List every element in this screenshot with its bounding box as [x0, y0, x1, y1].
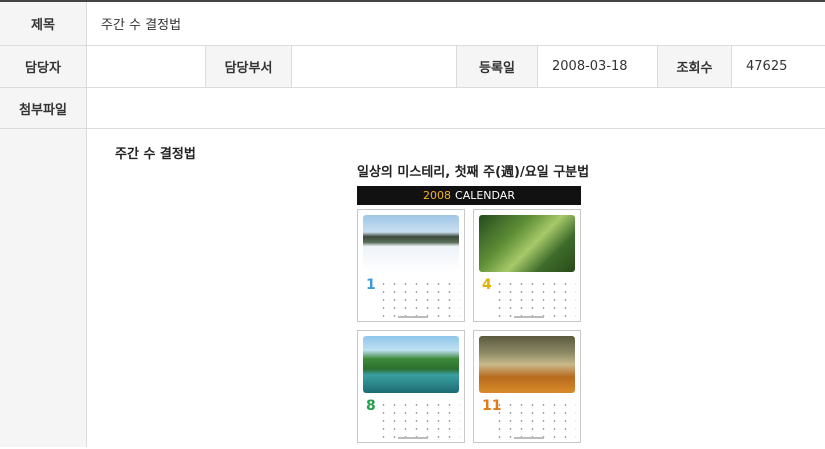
autumn-forest-photo [479, 336, 575, 393]
article-image: 일상의 미스테리, 첫째 주(週)/요일 구분법 2008 CALENDAR 1… [357, 161, 590, 449]
page-footer-line [398, 316, 428, 318]
calendar-page-august: 8 [357, 330, 465, 443]
lake-forest-photo [363, 336, 459, 393]
page-footer-line [514, 316, 544, 318]
post-detail-table: 제목 주간 수 결정법 담당자 담당부서 등록일 2008-03-18 조회수 … [0, 0, 825, 447]
attachment-label: 첨부파일 [0, 88, 86, 128]
views-value: 47625 [731, 46, 825, 87]
date-value: 2008-03-18 [537, 46, 657, 87]
title-label: 제목 [0, 2, 86, 45]
date-label: 등록일 [456, 46, 537, 87]
calendar-page-january: 1 [357, 209, 465, 322]
day-grid [494, 280, 576, 320]
dept-value [291, 46, 456, 87]
title-row: 제목 주간 수 결정법 [0, 2, 825, 46]
month-number: 4 [482, 277, 492, 293]
views-label: 조회수 [657, 46, 731, 87]
content-label-cell [0, 129, 86, 447]
post-content: 주간 수 결정법 일상의 미스테리, 첫째 주(週)/요일 구분법 2008 C… [86, 129, 825, 447]
meta-row: 담당자 담당부서 등록일 2008-03-18 조회수 47625 [0, 46, 825, 88]
calendar-banner: 2008 CALENDAR [357, 186, 581, 205]
author-label: 담당자 [0, 46, 86, 87]
article-title: 일상의 미스테리, 첫째 주(週)/요일 구분법 [357, 165, 590, 180]
attachment-value [86, 88, 825, 128]
page-footer-line [514, 437, 544, 439]
day-grid [378, 280, 460, 320]
calendar-grid: 1 4 8 11 [357, 209, 581, 449]
attachment-row: 첨부파일 [0, 88, 825, 129]
day-grid [494, 401, 576, 441]
content-heading: 주간 수 결정법 [115, 147, 196, 162]
banner-year: 2008 [423, 189, 452, 202]
page-footer-line [398, 437, 428, 439]
dept-label: 담당부서 [205, 46, 291, 87]
month-number: 1 [366, 277, 376, 293]
month-number: 8 [366, 398, 376, 414]
green-forest-photo [479, 215, 575, 272]
snow-forest-photo [363, 215, 459, 272]
calendar-page-november: 11 [473, 330, 581, 443]
author-value [86, 46, 205, 87]
title-value: 주간 수 결정법 [86, 2, 825, 45]
day-grid [378, 401, 460, 441]
calendar-page-april: 4 [473, 209, 581, 322]
banner-text: CALENDAR [455, 189, 515, 202]
